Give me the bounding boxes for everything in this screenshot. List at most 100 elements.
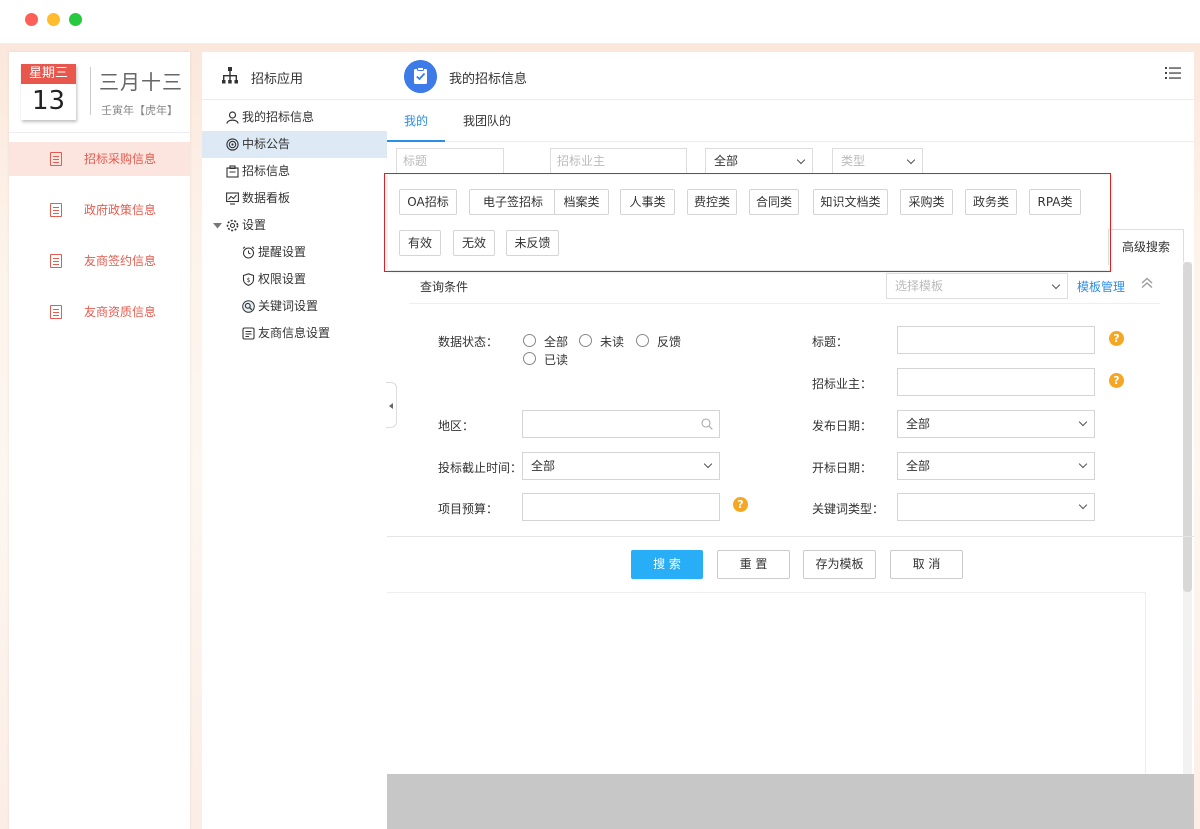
deadline-value: 全部 xyxy=(531,459,556,473)
maximize-window-button[interactable] xyxy=(69,13,82,26)
owner-filter-input[interactable]: 招标业主 xyxy=(550,148,687,174)
cancel-button[interactable]: 取 消 xyxy=(890,550,963,579)
title-filter-input[interactable]: 标题 xyxy=(396,148,504,174)
nav-item-bidding-info[interactable]: 招标信息 xyxy=(202,158,387,185)
template-manage-link[interactable]: 模板管理 xyxy=(1077,278,1125,295)
nav-label: 权限设置 xyxy=(258,272,307,286)
gear-icon xyxy=(226,219,239,232)
tag-procurement[interactable]: 采购类 xyxy=(900,189,953,215)
template-select-placeholder: 选择模板 xyxy=(895,279,944,293)
region-input[interactable] xyxy=(522,410,720,438)
chevron-down-icon xyxy=(703,459,713,469)
app-sidebar: 招标应用 我的招标信息 中标公告 招标信息 数据看板 设置 提醒设置 $ 权限设… xyxy=(202,52,387,829)
open-date-label: 开标日期： xyxy=(812,461,873,475)
org-tree-icon xyxy=(222,67,238,84)
left-nav-item-competitor-qualifications[interactable]: 友商资质信息 xyxy=(9,295,190,329)
nav-item-competitor-info-settings[interactable]: 友商信息设置 xyxy=(202,320,387,347)
left-nav-item-government-policy[interactable]: 政府政策信息 xyxy=(9,193,190,227)
nav-item-reminder-settings[interactable]: 提醒设置 xyxy=(202,239,387,266)
tag-knowledge-docs[interactable]: 知识文档类 xyxy=(813,189,888,215)
tag-contract[interactable]: 合同类 xyxy=(749,189,799,215)
save-template-button[interactable]: 存为模板 xyxy=(803,550,876,579)
deadline-select[interactable]: 全部 xyxy=(522,452,720,480)
list-menu-icon[interactable] xyxy=(1165,66,1181,80)
user-icon xyxy=(226,111,239,124)
nav-item-permission-settings[interactable]: $ 权限设置 xyxy=(202,266,387,293)
app-sidebar-header: 招标应用 xyxy=(202,52,387,100)
nav-label: 提醒设置 xyxy=(258,245,307,259)
minimize-window-button[interactable] xyxy=(47,13,60,26)
left-nav-item-competitor-contracts[interactable]: 友商签约信息 xyxy=(9,244,190,278)
divider xyxy=(9,132,190,133)
nav-label: 我的招标信息 xyxy=(242,110,315,124)
deadline-label: 投标截止时间： xyxy=(438,461,523,475)
double-chevron-up-icon[interactable] xyxy=(1139,275,1155,291)
search-button[interactable]: 搜 索 xyxy=(631,550,703,579)
tag-hr[interactable]: 人事类 xyxy=(620,189,675,215)
scrollbar-thumb[interactable] xyxy=(1183,262,1192,592)
tag-oa-bidding[interactable]: OA招标 xyxy=(399,189,457,215)
tag-no-feedback[interactable]: 未反馈 xyxy=(506,230,559,256)
nav-item-settings[interactable]: 设置 xyxy=(202,212,387,239)
tag-government[interactable]: 政务类 xyxy=(965,189,1017,215)
nav-item-keyword-settings[interactable]: 关键词设置 xyxy=(202,293,387,320)
owner-input[interactable] xyxy=(897,368,1095,396)
help-icon[interactable]: ? xyxy=(733,497,748,512)
keyword-type-select[interactable] xyxy=(897,493,1095,521)
open-date-select[interactable]: 全部 xyxy=(897,452,1095,480)
page-title: 我的招标信息 xyxy=(449,72,528,87)
title-label: 标题： xyxy=(812,335,849,349)
template-select[interactable]: 选择模板 xyxy=(886,273,1068,299)
help-icon[interactable]: ? xyxy=(1109,331,1124,346)
tag-archives[interactable]: 档案类 xyxy=(554,189,609,215)
caret-down-icon xyxy=(213,223,222,229)
category-tag-panel: OA招标 电子签招标 档案类 人事类 费控类 合同类 知识文档类 采购类 政务类… xyxy=(388,175,1110,270)
left-panel: 星期三 13 三月十三 壬寅年【虎年】 招标采购信息 政府政策信息 友商签约信息… xyxy=(9,52,190,829)
filter-bar: 标题 招标业主 全部 类型 xyxy=(387,148,1194,178)
region-label: 地区： xyxy=(438,419,475,433)
clipboard-check-icon xyxy=(404,60,437,93)
main-panel: 我的招标信息 我的 我团队的 标题 招标业主 全部 类型 OA招标 电子签招标 … xyxy=(386,52,1194,829)
data-status-label: 数据状态： xyxy=(438,335,499,349)
collapse-sidebar-handle[interactable] xyxy=(386,382,397,428)
title-input[interactable] xyxy=(897,326,1095,354)
query-header: 查询条件 选择模板 模板管理 xyxy=(409,268,1160,304)
document-icon xyxy=(50,254,62,268)
calendar-separator xyxy=(90,67,91,115)
left-nav-item-bidding-procurement[interactable]: 招标采购信息 xyxy=(9,142,190,176)
target-icon xyxy=(226,138,239,151)
publish-date-value: 全部 xyxy=(906,417,931,431)
help-icon[interactable]: ? xyxy=(1109,373,1124,388)
tab-mine[interactable]: 我的 xyxy=(387,100,445,142)
tag-rpa[interactable]: RPA类 xyxy=(1029,189,1081,215)
tag-invalid[interactable]: 无效 xyxy=(453,230,495,256)
open-date-value: 全部 xyxy=(906,459,931,473)
chevron-down-icon xyxy=(1051,280,1061,290)
nav-item-data-board[interactable]: 数据看板 xyxy=(202,185,387,212)
nav-label: 关键词设置 xyxy=(258,299,319,313)
reset-button[interactable]: 重 置 xyxy=(717,550,790,579)
calendar-weekday: 星期三 xyxy=(21,64,76,84)
left-nav-label: 招标采购信息 xyxy=(84,152,157,166)
app-title: 招标应用 xyxy=(251,72,304,87)
publish-date-label: 发布日期： xyxy=(812,419,873,433)
nav-item-my-bidding-info[interactable]: 我的招标信息 xyxy=(202,104,387,131)
chevron-down-icon xyxy=(906,155,916,165)
scope-select[interactable]: 全部 xyxy=(705,148,813,174)
left-nav: 招标采购信息 政府政策信息 友商签约信息 友商资质信息 xyxy=(9,142,190,346)
tag-expense[interactable]: 费控类 xyxy=(687,189,737,215)
close-window-button[interactable] xyxy=(25,13,38,26)
advanced-search-tab[interactable]: 高级搜索 xyxy=(1108,229,1184,265)
chevron-down-icon xyxy=(796,155,806,165)
nav-item-award-notice[interactable]: 中标公告 xyxy=(202,131,387,158)
tag-esign-bidding[interactable]: 电子签招标 xyxy=(469,189,557,215)
nav-label: 中标公告 xyxy=(242,137,291,151)
shield-icon: $ xyxy=(242,273,255,286)
type-select[interactable]: 类型 xyxy=(832,148,923,174)
nav-label: 设置 xyxy=(242,218,267,232)
budget-input[interactable] xyxy=(522,493,720,521)
budget-label: 项目预算： xyxy=(438,502,499,516)
tab-my-team[interactable]: 我团队的 xyxy=(463,100,511,142)
tag-valid[interactable]: 有效 xyxy=(399,230,441,256)
publish-date-select[interactable]: 全部 xyxy=(897,410,1095,438)
